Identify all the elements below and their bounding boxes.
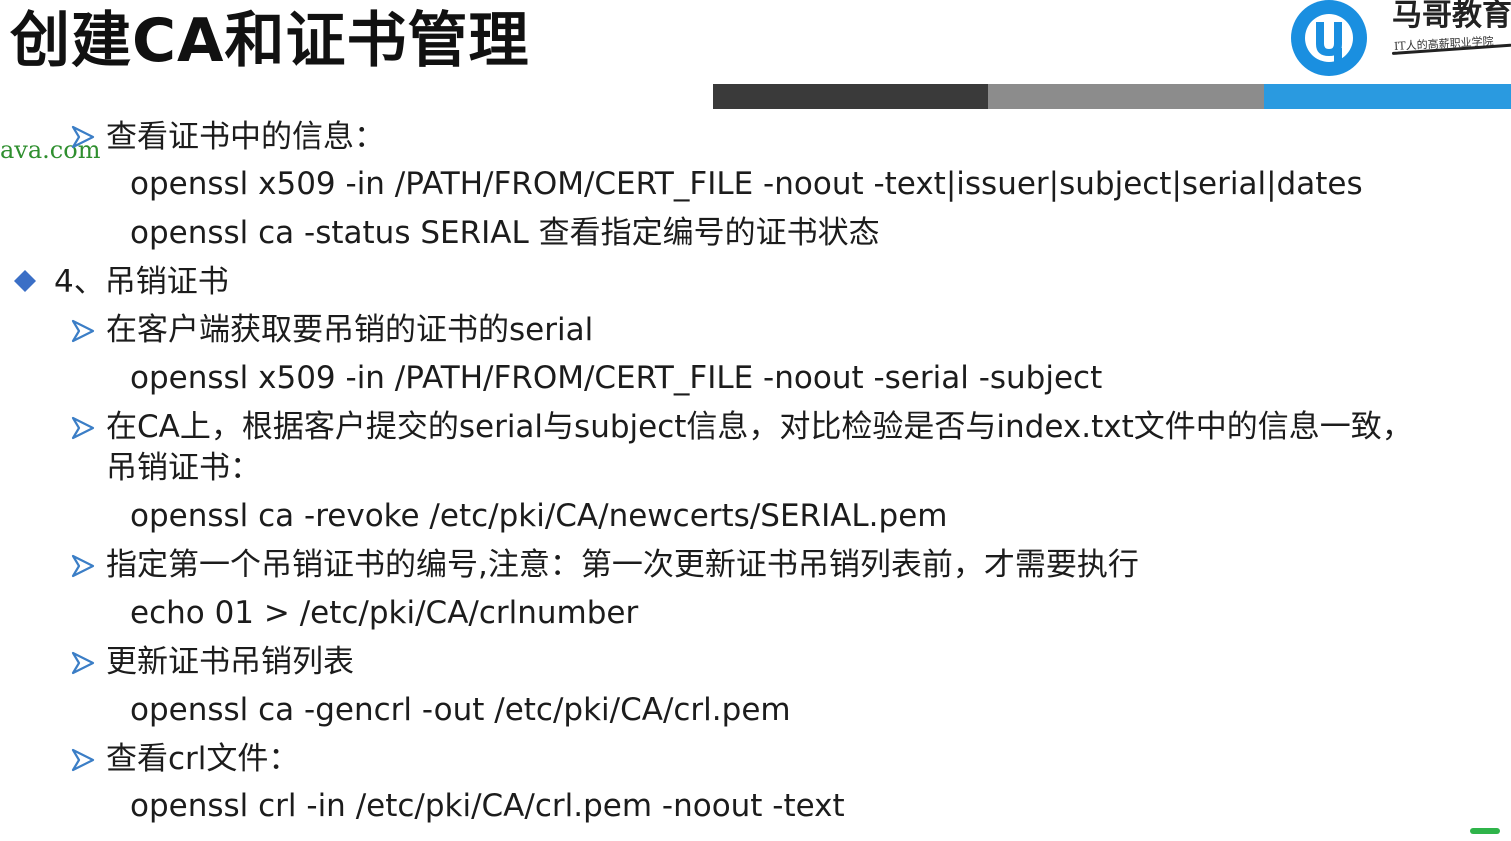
bullet-verify-on-ca-cont: 吊销证书： [106,450,261,486]
bullet-view-cert-info: 查看证书中的信息： [106,119,385,155]
logo-name: 马哥教育 [1392,0,1511,33]
command-line: openssl x509 -in /PATH/FROM/CERT_FILE -n… [130,166,1363,202]
corner-mark [1470,828,1500,834]
arrow-bullet-icon [71,748,95,772]
command-line: openssl ca -gencrl -out /etc/pki/CA/crl.… [130,692,791,728]
header-stripe-blue [1264,84,1511,109]
command-line: openssl ca -status SERIAL 查看指定编号的证书状态 [130,215,880,251]
arrow-bullet-icon [71,651,95,675]
diamond-bullet-icon [14,270,36,292]
command-line: openssl ca -revoke /etc/pki/CA/newcerts/… [130,498,948,534]
section-heading-revoke: 4、吊销证书 [54,264,229,300]
bullet-view-crl: 查看crl文件： [106,741,300,777]
header-stripe-gray [988,84,1264,109]
command-line: openssl x509 -in /PATH/FROM/CERT_FILE -n… [130,360,1103,396]
bullet-verify-on-ca: 在CA上，根据客户提交的serial与subject信息，对比检验是否与inde… [106,409,1413,445]
logo-icon [1291,0,1367,76]
arrow-bullet-icon [71,554,95,578]
bullet-update-crl: 更新证书吊销列表 [106,644,354,680]
bullet-first-crl-number: 指定第一个吊销证书的编号,注意：第一次更新证书吊销列表前，才需要执行 [106,547,1139,583]
slide-title: 创建CA和证书管理 [10,6,530,76]
arrow-bullet-icon [71,319,95,343]
arrow-bullet-icon [71,416,95,440]
bullet-get-serial: 在客户端获取要吊销的证书的serial [106,312,594,348]
header-stripe-dark [713,84,988,109]
arrow-bullet-icon [71,125,95,149]
command-line: echo 01 > /etc/pki/CA/crlnumber [130,595,639,631]
command-line: openssl crl -in /etc/pki/CA/crl.pem -noo… [130,788,845,824]
